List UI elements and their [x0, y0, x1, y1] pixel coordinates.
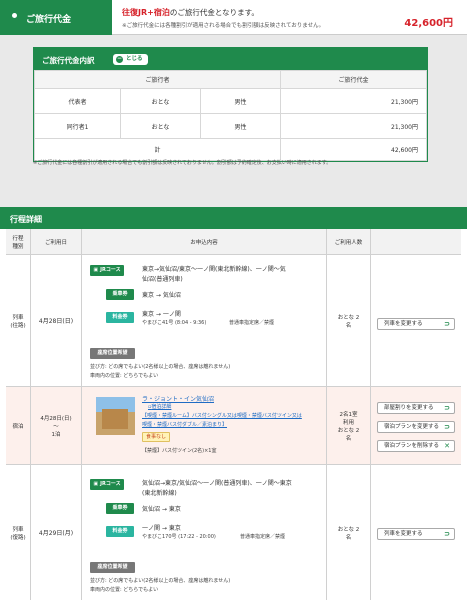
seat-position: 車両内の位置: どちらでもよい: [90, 373, 159, 379]
minus-icon: −: [116, 55, 123, 63]
refresh-arrow-icon: ⊃: [444, 320, 450, 328]
train-icon: ▣: [93, 481, 99, 487]
itinerary-panel: 行程詳細 行程 種別 ご利用日 お申込内容 ご利用人数 列車 (往路) 4月28…: [0, 207, 467, 600]
price-breakdown-panel: ご旅行代金内訳 − とじる ご旅行者 ご旅行代金 代表者 おとな 男性 21,30…: [33, 47, 428, 162]
hotel-name-link[interactable]: ラ・ジョント・イン気仙沼: [142, 394, 214, 403]
traveler-age: おとな: [120, 88, 201, 114]
col-content-header: お申込内容: [82, 229, 327, 254]
row-people: おとな 2 名: [327, 465, 371, 600]
change-stay-plan-button[interactable]: 宿泊プランを変更する ⊃: [377, 421, 455, 433]
train-icon: ▣: [93, 267, 99, 273]
hotel-detail-link[interactable]: ▫宿泊詳細: [148, 403, 171, 410]
table-row: 代表者 おとな 男性 21,300円: [34, 88, 427, 114]
row-people: 2名1室 利用 おとな 2 名: [327, 387, 371, 464]
traveler-price: 21,300円: [280, 113, 427, 139]
price-summary-note: ※ご旅行代金には各種割引が適用される場合でも割引額は反映されておりません。: [122, 23, 325, 29]
train-name: やまびこ170号 (17:22 - 20:00): [142, 534, 216, 540]
breakdown-note: ※ご旅行代金には各種割引が適用される場合でも割引額は反映されておりません。割引額…: [33, 160, 332, 166]
col-type-header: 行程 種別: [6, 229, 31, 254]
room-info: 【禁煙】バス付ツイン(2名)×1室: [142, 448, 217, 454]
seat-preference-badge: 座席位置希望: [90, 348, 135, 359]
row-content: ラ・ジョント・イン気仙沼 ▫宿泊詳細 【喫煙・禁煙ルーム】バス付シングル又は喫煙…: [82, 387, 327, 464]
route-line-2: (東北新幹線): [142, 490, 177, 497]
row-date: 4月28日(日) 〜 1泊: [31, 387, 82, 464]
col-people-header: ご利用人数: [327, 229, 371, 254]
itinerary-row-outbound: 列車 (往路) 4月28日(日) ▣ JRコース 東京→気仙沼/東京〜一ノ関(東北…: [6, 255, 461, 387]
route-line-1: 東京→気仙沼/東京〜一ノ関(東北新幹線)、一ノ関〜気: [142, 266, 286, 273]
row-type: 列車 (復路): [6, 465, 31, 600]
seat-preference-badge: 座席位置希望: [90, 562, 135, 573]
traveler-price: 21,300円: [280, 88, 427, 114]
change-room-split-button[interactable]: 部屋割りを変更する ⊃: [377, 402, 455, 414]
route-line-2: 仙沼(普通列車): [142, 276, 183, 283]
itinerary-row-return: 列車 (復路) 4月29日(月) ▣ JRコース 気仙沼→東京/気仙沼〜一ノ関(普…: [6, 465, 461, 600]
route-line-1: 気仙沼→東京/気仙沼〜一ノ関(普通列車)、一ノ関〜東京: [142, 480, 292, 487]
fare-route: 東京 → 一ノ関: [142, 311, 181, 318]
boarding-route: 気仙沼 → 東京: [142, 506, 181, 513]
price-breakdown-table: ご旅行者 ご旅行代金 代表者 おとな 男性 21,300円 同行者1 おとな 男…: [34, 70, 427, 161]
close-icon: ✕: [444, 442, 450, 450]
row-date: 4月29日(月): [31, 465, 82, 600]
boarding-ticket-badge: 乗車券: [106, 289, 134, 300]
seat-arrangement: 並び方: どの席でもよい(2名様以上の場合、座席は離れません): [90, 578, 231, 584]
table-row: 同行者1 おとな 男性 21,300円: [34, 113, 427, 139]
traveler-role: 同行者1: [34, 113, 121, 139]
itinerary-header-row: 行程 種別 ご利用日 お申込内容 ご利用人数: [6, 229, 461, 255]
itinerary-title: 行程詳細: [0, 207, 467, 229]
row-actions: 部屋割りを変更する ⊃ 宿泊プランを変更する ⊃ 宿泊プランを削除する ✕: [371, 387, 461, 464]
trip-type-text: 往復JR+宿泊: [122, 8, 170, 17]
price-summary-bar: ご旅行代金 往復JR+宿泊のご旅行代金となります。 ※ご旅行代金には各種割引が適…: [0, 0, 467, 35]
travelers-header: ご旅行者: [34, 70, 281, 89]
plan-line-1[interactable]: 【喫煙・禁煙ルーム】バス付シングル又は喫煙・禁煙バス付ツイン又は: [142, 412, 302, 419]
row-type: 列車 (往路): [6, 255, 31, 386]
collapse-button[interactable]: − とじる: [113, 54, 148, 65]
fare-ticket-badge: 料金券: [106, 312, 134, 323]
col-action-header: [371, 229, 461, 254]
traveler-role: 代表者: [34, 88, 121, 114]
row-content: ▣ JRコース 気仙沼→東京/気仙沼〜一ノ関(普通列車)、一ノ関〜東京 (東北新幹…: [82, 465, 327, 600]
plan-line-2[interactable]: 喫煙・禁煙バス付ダブル／素泊まり】: [142, 421, 227, 428]
refresh-arrow-icon: ⊃: [444, 404, 450, 412]
refresh-arrow-icon: ⊃: [444, 423, 450, 431]
traveler-age: おとな: [120, 113, 201, 139]
meal-badge: 食事なし: [142, 432, 171, 442]
jr-course-badge: ▣ JRコース: [90, 265, 124, 276]
row-actions: 列車を変更する ⊃: [371, 255, 461, 386]
hotel-photo: [96, 397, 135, 435]
train-seat-class: 普通車指定席／禁煙: [229, 320, 275, 326]
fare-route: 一ノ関 → 東京: [142, 525, 181, 532]
col-date-header: ご利用日: [31, 229, 82, 254]
total-price: 42,600円: [404, 18, 453, 29]
row-date: 4月28日(日): [31, 255, 82, 386]
change-train-button[interactable]: 列車を変更する ⊃: [377, 318, 455, 330]
price-breakdown-title: ご旅行代金内訳: [42, 56, 95, 65]
change-train-button[interactable]: 列車を変更する ⊃: [377, 528, 455, 540]
train-seat-class: 普通車指定席／禁煙: [240, 534, 286, 540]
total-value: 42,600円: [280, 138, 427, 161]
row-content: ▣ JRコース 東京→気仙沼/東京〜一ノ関(東北新幹線)、一ノ関〜気 仙沼(普通列…: [82, 255, 327, 386]
boarding-route: 東京 → 気仙沼: [142, 292, 181, 299]
train-name: やまびこ41号 (8:04 - 9:36): [142, 320, 207, 326]
refresh-arrow-icon: ⊃: [444, 530, 450, 538]
row-people: おとな 2 名: [327, 255, 371, 386]
total-row: 計 42,600円: [34, 138, 427, 161]
row-actions: 列車を変更する ⊃: [371, 465, 461, 600]
price-summary-message: 往復JR+宿泊のご旅行代金となります。: [122, 7, 259, 18]
jr-course-badge: ▣ JRコース: [90, 479, 124, 490]
traveler-gender: 男性: [200, 88, 281, 114]
collapse-button-label: とじる: [126, 56, 143, 62]
total-label: 計: [34, 138, 281, 161]
price-header: ご旅行代金: [280, 70, 427, 89]
fare-ticket-badge: 料金券: [106, 526, 134, 537]
seat-arrangement: 並び方: どの席でもよい(2名様以上の場合、座席は離れません): [90, 364, 231, 370]
price-summary-label: ご旅行代金: [0, 0, 112, 35]
traveler-gender: 男性: [200, 113, 281, 139]
trip-type-suffix: のご旅行代金となります。: [169, 8, 259, 17]
row-type: 宿泊: [6, 387, 31, 464]
itinerary-row-stay: 宿泊 4月28日(日) 〜 1泊 ラ・ジョント・イン気仙沼 ▫宿泊詳細 【喫煙・…: [6, 387, 461, 465]
delete-stay-plan-button[interactable]: 宿泊プランを削除する ✕: [377, 440, 455, 452]
price-breakdown-header: ご旅行代金内訳 − とじる: [34, 48, 427, 70]
seat-position: 車両内の位置: どちらでもよい: [90, 587, 159, 593]
boarding-ticket-badge: 乗車券: [106, 503, 134, 514]
